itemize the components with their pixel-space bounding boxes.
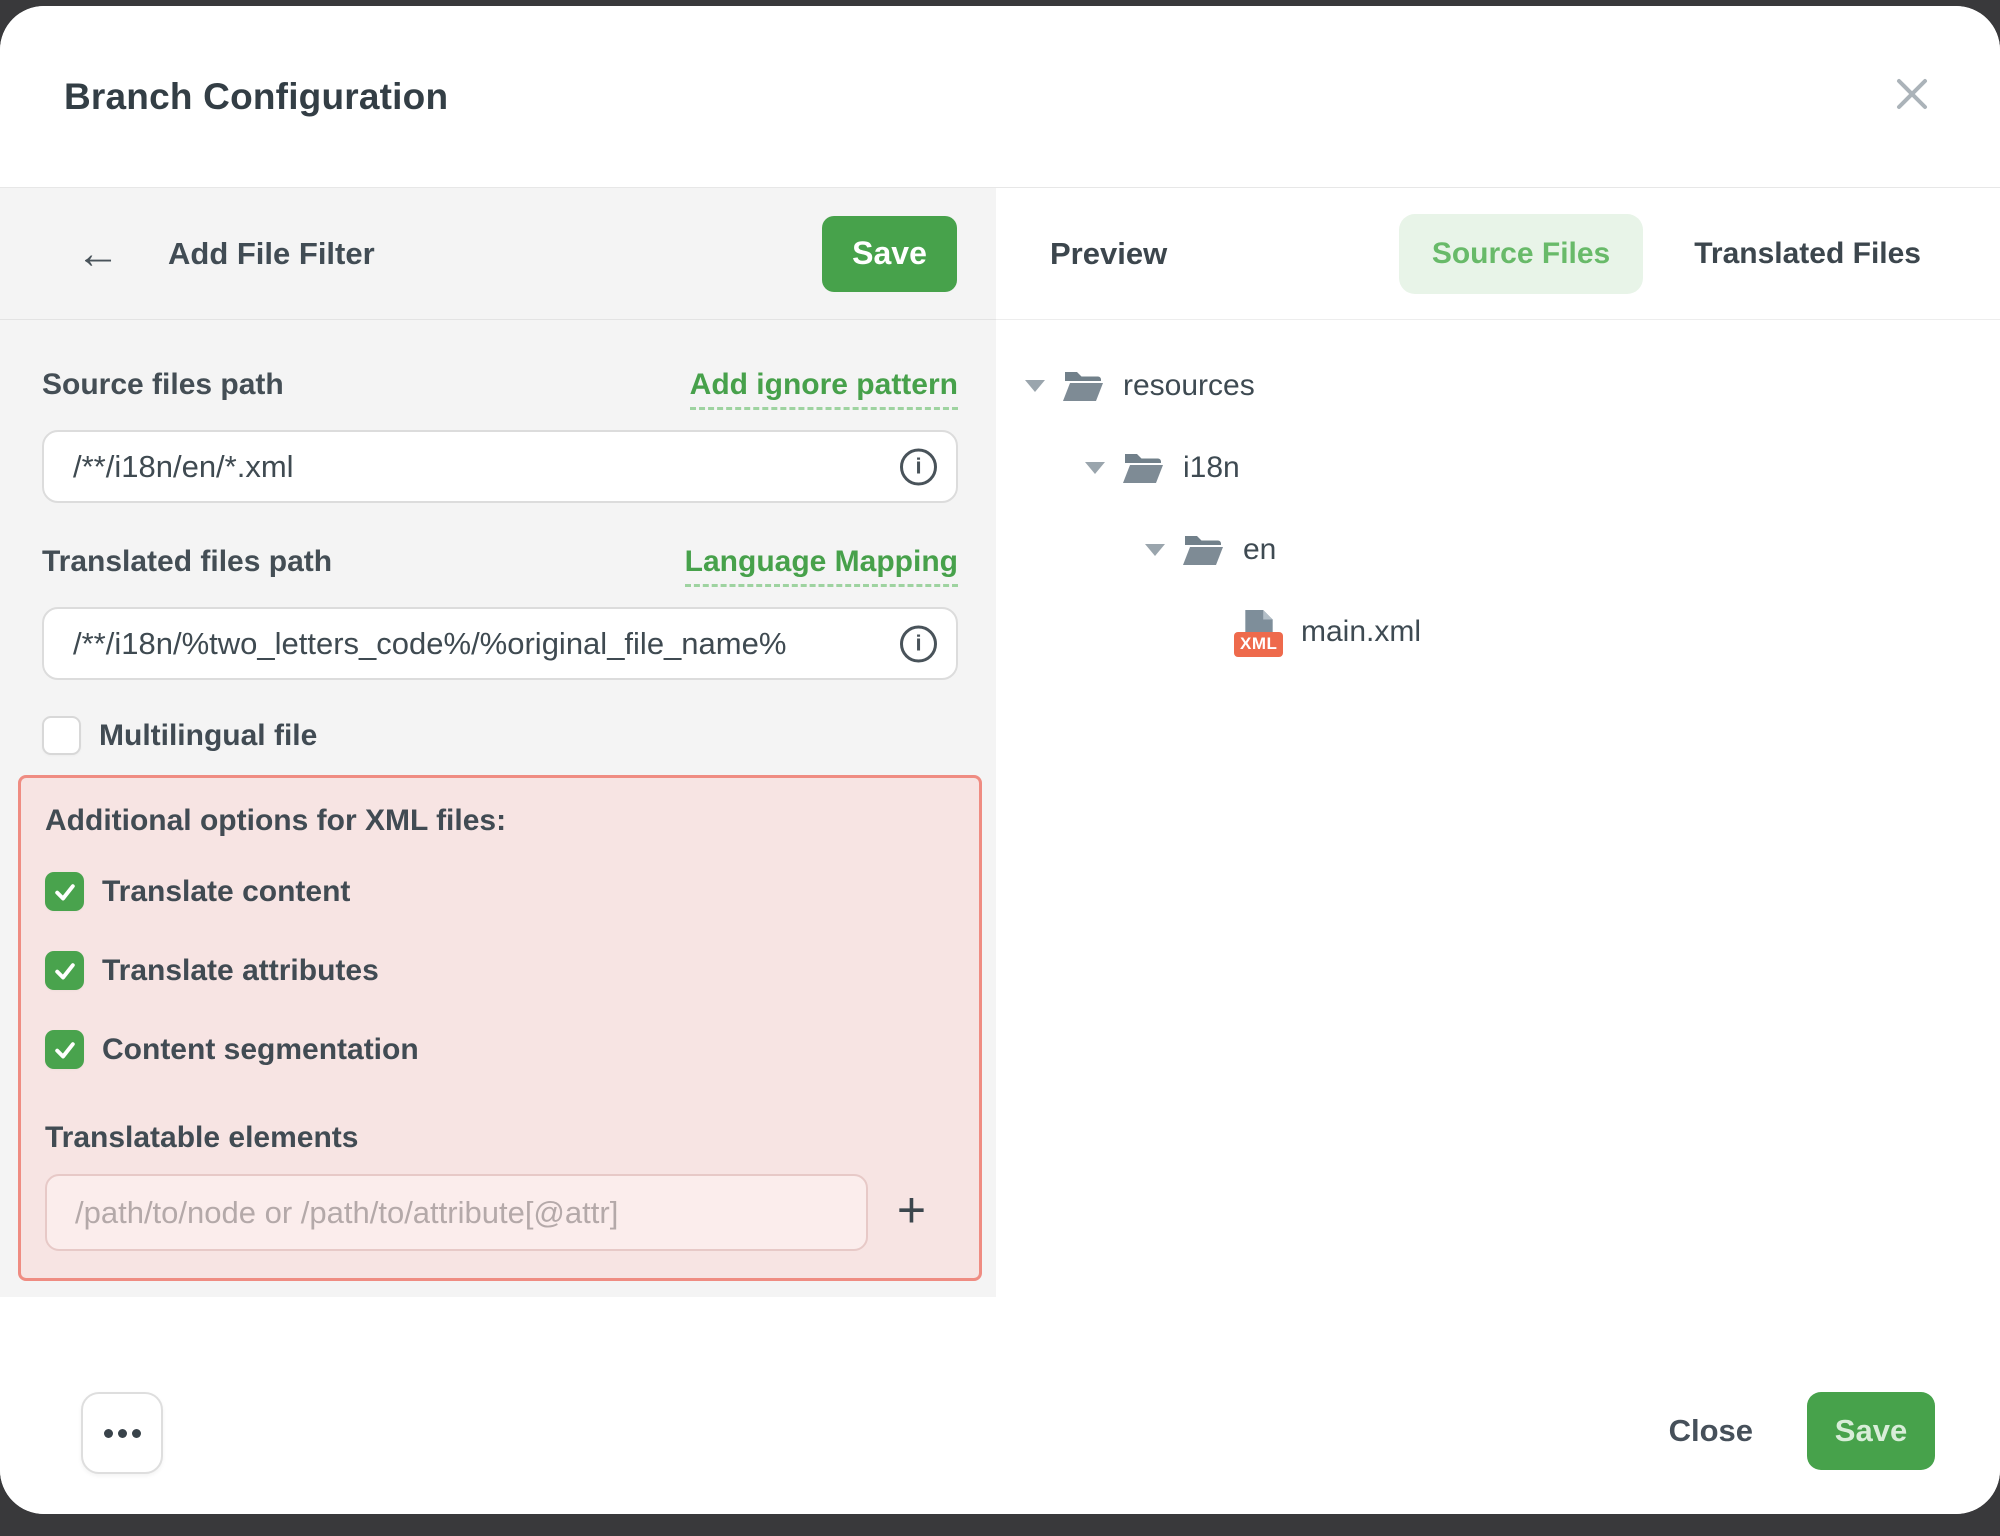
modal-footer: Close Save — [0, 1297, 2000, 1514]
preview-header: Preview Source Files Translated Files — [996, 188, 2000, 320]
content-segmentation-checkbox[interactable] — [45, 1030, 84, 1069]
tree-row-resources[interactable]: resources — [996, 345, 2000, 427]
folder-icon — [1183, 533, 1223, 567]
modal-content: Source files path Add ignore pattern i T… — [0, 320, 2000, 1303]
multilingual-label: Multilingual file — [99, 719, 317, 753]
modal-title: Branch Configuration — [64, 76, 448, 118]
xml-options-panel: Additional options for XML files: Transl… — [18, 775, 982, 1281]
close-icon[interactable] — [1886, 68, 1938, 120]
preview-title: Preview — [1050, 236, 1167, 272]
info-icon[interactable]: i — [900, 625, 937, 662]
tab-source-files[interactable]: Source Files — [1399, 214, 1643, 294]
tree-label: resources — [1123, 369, 1255, 403]
xml-badge: XML — [1234, 632, 1283, 657]
add-ignore-pattern-link[interactable]: Add ignore pattern — [690, 368, 958, 410]
source-path-input[interactable] — [42, 430, 958, 503]
tree-row-main-xml[interactable]: XML main.xml — [996, 591, 2000, 673]
folder-icon — [1063, 369, 1103, 403]
content-segmentation-label: Content segmentation — [102, 1033, 419, 1067]
source-path-label: Source files path — [42, 368, 284, 402]
chevron-down-icon[interactable] — [1145, 544, 1165, 556]
check-icon — [52, 1037, 78, 1063]
multilingual-checkbox-row[interactable]: Multilingual file — [42, 716, 996, 755]
ellipsis-icon — [104, 1429, 113, 1438]
tree-label: main.xml — [1301, 615, 1421, 649]
more-options-button[interactable] — [81, 1392, 163, 1474]
file-filter-title: Add File Filter — [168, 236, 375, 272]
translate-attributes-label: Translate attributes — [102, 954, 379, 988]
branch-configuration-modal: Branch Configuration ← Add File Filter S… — [0, 6, 2000, 1514]
chevron-down-icon[interactable] — [1025, 380, 1045, 392]
translate-content-row[interactable]: Translate content — [45, 872, 979, 911]
translatable-elements-input[interactable] — [45, 1174, 868, 1251]
x-icon — [1894, 76, 1930, 112]
preview-tabs: Source Files Translated Files — [1399, 214, 1921, 294]
file-tree: resources i18n en — [996, 320, 2000, 1303]
check-icon — [52, 958, 78, 984]
tree-row-i18n[interactable]: i18n — [996, 427, 2000, 509]
content-segmentation-row[interactable]: Content segmentation — [45, 1030, 979, 1069]
translate-attributes-row[interactable]: Translate attributes — [45, 951, 979, 990]
translated-path-label: Translated files path — [42, 545, 332, 579]
translate-content-label: Translate content — [102, 875, 350, 909]
tree-label: i18n — [1183, 451, 1240, 485]
file-filter-header: ← Add File Filter Save — [0, 188, 996, 320]
tab-translated-files[interactable]: Translated Files — [1694, 237, 1921, 271]
add-element-button[interactable]: + — [868, 1185, 955, 1241]
translated-path-input[interactable] — [42, 607, 958, 680]
ellipsis-icon — [118, 1429, 127, 1438]
chevron-down-icon[interactable] — [1085, 462, 1105, 474]
sub-header-band: ← Add File Filter Save Preview Source Fi… — [0, 188, 2000, 320]
translatable-elements-label: Translatable elements — [45, 1121, 979, 1155]
xml-file-icon: XML — [1243, 609, 1281, 655]
back-arrow-icon[interactable]: ← — [66, 232, 130, 276]
multilingual-checkbox[interactable] — [42, 716, 81, 755]
translate-attributes-checkbox[interactable] — [45, 951, 84, 990]
modal-header: Branch Configuration — [0, 6, 2000, 188]
file-filter-form: Source files path Add ignore pattern i T… — [0, 320, 996, 1303]
tree-row-en[interactable]: en — [996, 509, 2000, 591]
folder-icon — [1123, 451, 1163, 485]
filter-save-button[interactable]: Save — [822, 216, 957, 292]
save-button[interactable]: Save — [1807, 1392, 1935, 1470]
xml-options-heading: Additional options for XML files: — [45, 804, 979, 838]
tree-label: en — [1243, 533, 1276, 567]
language-mapping-link[interactable]: Language Mapping — [685, 545, 958, 587]
info-icon[interactable]: i — [900, 448, 937, 485]
translate-content-checkbox[interactable] — [45, 872, 84, 911]
ellipsis-icon — [132, 1429, 141, 1438]
close-button[interactable]: Close — [1669, 1413, 1753, 1449]
check-icon — [52, 879, 78, 905]
